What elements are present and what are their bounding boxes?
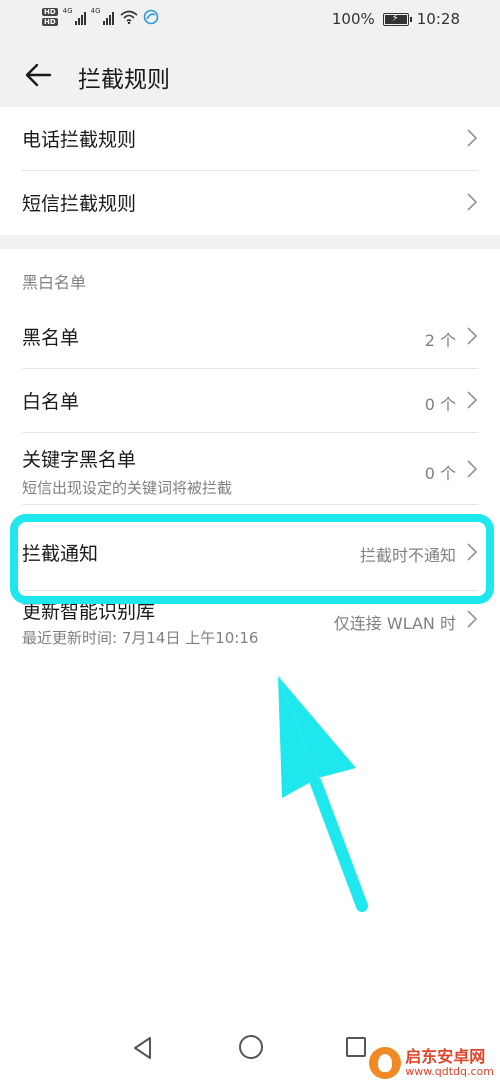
battery-icon: ⚡ [382, 12, 412, 26]
network-type-1: 4G [62, 7, 73, 15]
watermark-url: www.qdtdq.com [405, 1064, 494, 1078]
sms-rule-item[interactable]: 短信拦截规则 [22, 171, 478, 235]
system-nav-bar: 启东安卓网 www.qdtdq.com [0, 1013, 500, 1083]
rules-group: 电话拦截规则 短信拦截规则 [0, 107, 500, 235]
battery-percent: 100% [331, 10, 375, 28]
page-title: 拦截规则 [78, 67, 170, 93]
app-bar: 拦截规则 [0, 50, 500, 100]
watermark: 启东安卓网 www.qdtdq.com [369, 1047, 494, 1079]
watermark-logo-icon [369, 1047, 402, 1079]
clock: 10:28 [416, 10, 460, 28]
nav-recents-icon[interactable] [346, 1037, 366, 1057]
hd-badge-2: HD [42, 18, 58, 26]
lists-group: 黑名单 2 个 白名单 0 个 关键字黑名单 短信出现设定的关键词将被拦截 0 … [0, 305, 500, 671]
chevron-right-icon [467, 327, 478, 345]
update-library-value: 仅连接 WLAN 时 [333, 614, 456, 633]
keyword-blacklist-item[interactable]: 关键字黑名单 短信出现设定的关键词将被拦截 0 个 [22, 433, 478, 505]
keyword-blacklist-count: 0 个 [424, 464, 456, 483]
status-icons-right: 100% ⚡ 10:28 [332, 10, 460, 28]
arrow-left-icon[interactable] [22, 58, 56, 92]
wifi-icon [120, 10, 138, 24]
china-mobile-icon [143, 9, 158, 25]
section-divider [0, 235, 500, 249]
keyword-blacklist-subtitle: 短信出现设定的关键词将被拦截 [22, 479, 233, 497]
nav-home-icon[interactable] [239, 1035, 263, 1059]
status-bar: HD HD 4G 4G 100% ⚡ 10:28 [0, 0, 500, 40]
hd-badge-1: HD [42, 8, 58, 16]
whitelist-count: 0 个 [424, 395, 456, 414]
blacklist-count: 2 个 [424, 331, 456, 350]
top-area: HD HD 4G 4G 100% ⚡ 10:28 拦截规则 [0, 0, 500, 107]
highlight-annotation [10, 514, 494, 604]
nav-back-icon[interactable] [130, 1035, 156, 1061]
blacklist-label: 黑名单 [22, 327, 80, 349]
chevron-right-icon [467, 610, 478, 628]
section-header-lists: 黑白名单 [22, 273, 87, 292]
chevron-right-icon [467, 460, 478, 478]
update-library-subtitle: 最近更新时间: 7月14日 上午10:16 [22, 629, 259, 647]
signal-icon-2: 4G [90, 7, 114, 25]
blacklist-item[interactable]: 黑名单 2 个 [22, 305, 478, 369]
chevron-right-icon [467, 193, 478, 211]
chevron-right-icon [467, 391, 478, 409]
network-type-2: 4G [90, 7, 101, 15]
sms-rule-label: 短信拦截规则 [22, 193, 137, 215]
keyword-blacklist-label: 关键字黑名单 [22, 449, 137, 471]
call-rule-item[interactable]: 电话拦截规则 [22, 107, 478, 171]
status-icons-left: HD HD 4G 4G [42, 7, 159, 26]
signal-icon-1: 4G [62, 7, 86, 25]
watermark-text: 启东安卓网 www.qdtdq.com [405, 1046, 494, 1078]
whitelist-item[interactable]: 白名单 0 个 [22, 369, 478, 433]
chevron-right-icon [467, 129, 478, 147]
whitelist-label: 白名单 [22, 391, 80, 413]
hd-indicators: HD HD [42, 8, 58, 26]
call-rule-label: 电话拦截规则 [22, 129, 137, 151]
watermark-name: 启东安卓网 [405, 1046, 486, 1066]
pointer-arrow-icon [278, 676, 368, 912]
